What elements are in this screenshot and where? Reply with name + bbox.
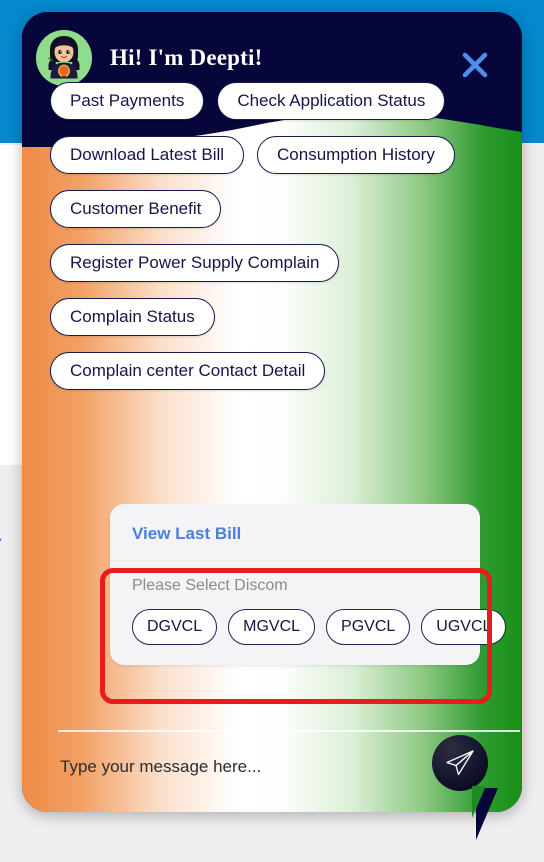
quick-reply-chip[interactable]: Check Application Status (217, 82, 446, 120)
quick-reply-row: Download Latest Bill Consumption History (22, 136, 522, 174)
chatbot-widget: Hi! I'm Deepti! Past Payments Check Appl… (22, 12, 522, 812)
bot-message-bubble: View Last Bill Please Select Discom DGVC… (110, 504, 507, 665)
quick-reply-row: Customer Benefit (22, 190, 522, 228)
site-card-link[interactable]: lar (0, 533, 2, 555)
discom-prompt-label: Please Select Discom (132, 577, 288, 594)
quick-reply-chip[interactable]: Complain Status (50, 298, 215, 336)
screen: lar (0, 0, 544, 862)
quick-reply-chip[interactable]: Past Payments (50, 82, 205, 120)
discom-option-ugvcl[interactable]: UGVCL (421, 609, 507, 645)
quick-reply-row: Past Payments Check Application Status (22, 82, 522, 120)
message-input[interactable] (58, 756, 432, 778)
quick-reply-row: Register Power Supply Complain (22, 244, 522, 282)
quick-reply-chip[interactable]: Customer Benefit (50, 190, 222, 228)
page-title: Hi! I'm Deepti! (110, 45, 263, 70)
discom-options: DGVCL MGVCL PGVCL UGVCL (132, 609, 507, 645)
widget-tail-fill (472, 786, 486, 818)
send-paper-plane-icon (446, 750, 474, 776)
composer-divider (58, 730, 520, 732)
quick-reply-row: Complain Status (22, 298, 522, 336)
discom-option-pgvcl[interactable]: PGVCL (326, 609, 411, 645)
quick-reply-chip[interactable]: Complain center Contact Detail (50, 352, 326, 390)
quick-reply-chip[interactable]: Consumption History (257, 136, 455, 174)
quick-reply-chip[interactable]: Download Latest Bill (50, 136, 245, 174)
discom-selection-area: Please Select Discom DGVCL MGVCL PGVCL U… (110, 561, 507, 665)
message-composer (22, 712, 522, 812)
discom-option-dgvcl[interactable]: DGVCL (132, 609, 218, 645)
avatar (36, 30, 92, 86)
discom-option-mgvcl[interactable]: MGVCL (228, 609, 316, 645)
send-button[interactable] (432, 735, 488, 791)
quick-reply-chip[interactable]: Register Power Supply Complain (50, 244, 340, 282)
quick-reply-list[interactable]: Past Payments Check Application Status D… (22, 82, 522, 482)
view-last-bill-link[interactable]: View Last Bill (110, 504, 480, 560)
quick-reply-row: Complain center Contact Detail (22, 352, 522, 390)
